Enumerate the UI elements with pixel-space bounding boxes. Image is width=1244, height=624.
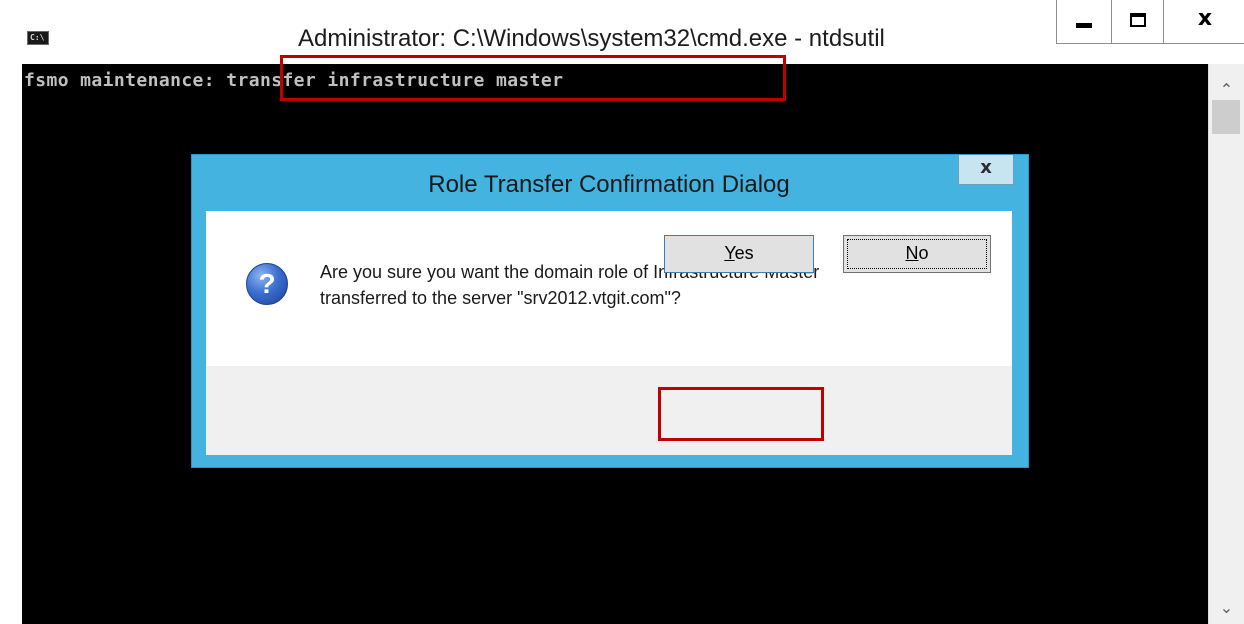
- role-transfer-dialog: Role Transfer Confirmation Dialog x ? Ar…: [191, 154, 1029, 468]
- window-title: Administrator: C:\Windows\system32\cmd.e…: [298, 25, 885, 52]
- dialog-title: Role Transfer Confirmation Dialog: [428, 171, 790, 198]
- dialog-close-button[interactable]: x: [958, 155, 1014, 185]
- no-label: o: [918, 243, 929, 263]
- command-highlight-box: [280, 55, 786, 101]
- close-icon: x: [1197, 6, 1213, 31]
- dialog-button-bar: [206, 366, 1012, 455]
- close-button[interactable]: x: [1164, 0, 1244, 44]
- scroll-thumb[interactable]: [1212, 100, 1240, 134]
- maximize-button[interactable]: [1112, 0, 1164, 44]
- yes-button[interactable]: Yes: [664, 235, 814, 273]
- console-prompt: fsmo maintenance:: [24, 70, 227, 91]
- minimize-icon: [1076, 23, 1092, 28]
- yes-label: es: [734, 243, 754, 263]
- command-prompt-icon[interactable]: C:\: [27, 31, 49, 45]
- caption-buttons: x: [1056, 0, 1244, 44]
- maximize-icon: [1130, 13, 1146, 27]
- console-window: C:\ Administrator: C:\Windows\system32\c…: [0, 0, 1244, 624]
- minimize-button[interactable]: [1056, 0, 1112, 44]
- title-bar[interactable]: C:\ Administrator: C:\Windows\system32\c…: [0, 0, 1244, 62]
- question-icon: ?: [246, 263, 288, 305]
- scroll-down-icon[interactable]: ⌄: [1209, 594, 1244, 624]
- yes-accelerator: Y: [724, 243, 735, 263]
- no-accelerator: N: [905, 243, 919, 263]
- dialog-message-line-2: transferred to the server "srv2012.vtgit…: [320, 288, 681, 308]
- yes-highlight-box: [658, 387, 824, 441]
- no-button[interactable]: No: [843, 235, 991, 273]
- vertical-scrollbar[interactable]: ⌃ ⌄: [1208, 64, 1244, 624]
